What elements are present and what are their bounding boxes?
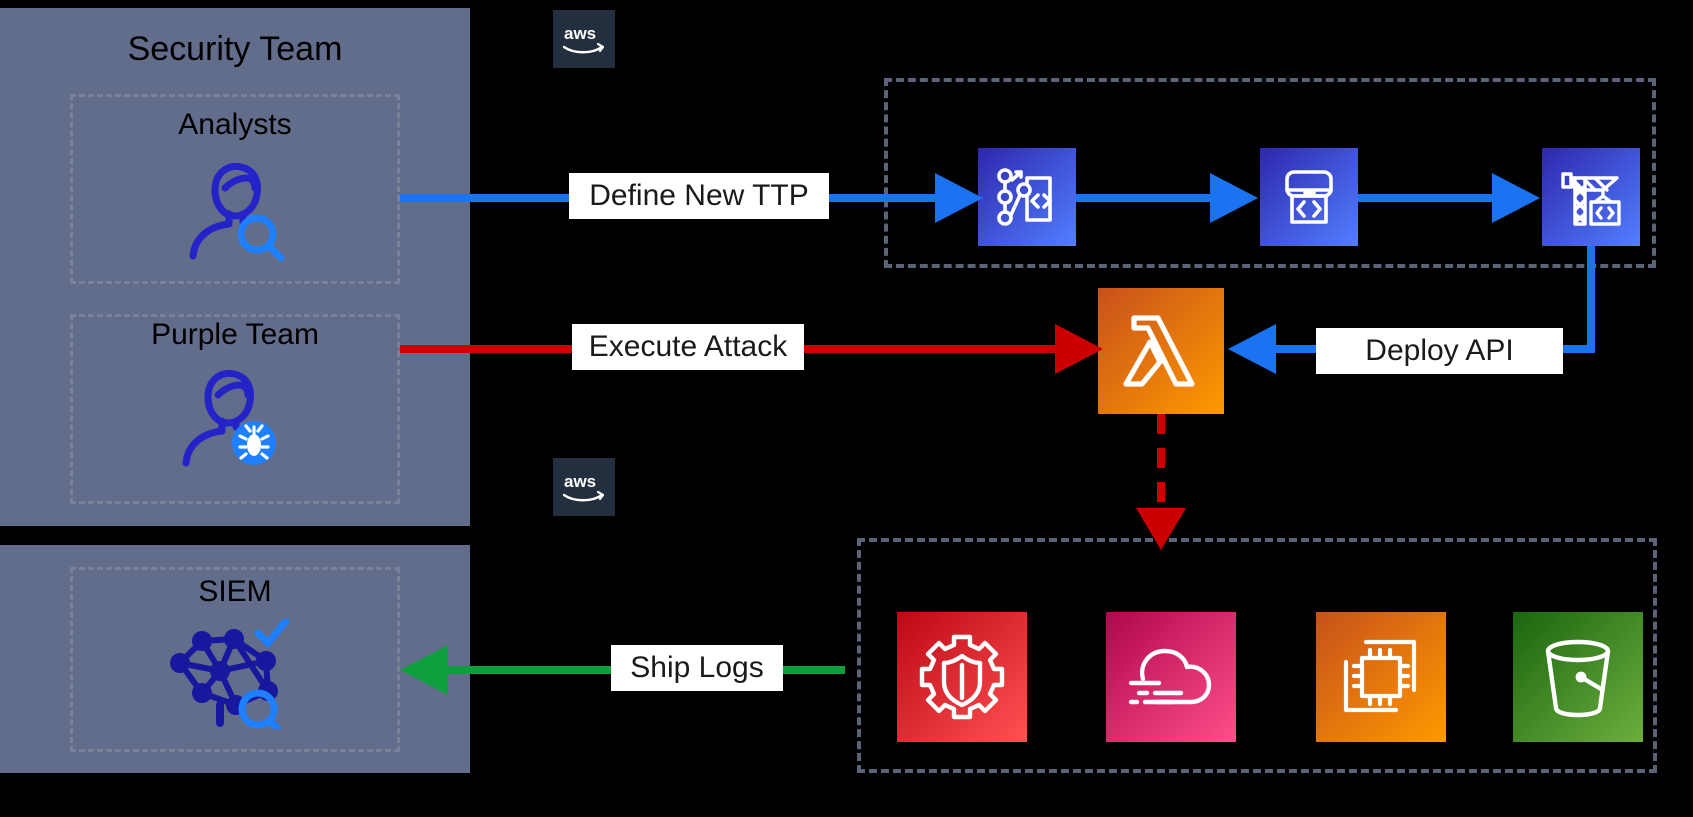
code-branch-repository-icon — [997, 168, 1052, 226]
siem-label: SIEM — [198, 575, 272, 608]
flow-deploy-api-vline — [1587, 246, 1595, 349]
codebuild-to-codedeploy-arrowhead — [1492, 173, 1540, 223]
lambda-icon — [1123, 315, 1195, 387]
flow-ship-logs-arrowhead — [400, 645, 448, 695]
flow-deploy-api-arrowhead — [1228, 324, 1276, 374]
flow-execute-attack-arrowhead — [1055, 324, 1103, 374]
diagram-canvas: Security Team Analysts Purple Team SIEM … — [0, 0, 1693, 817]
security-team-title: Security Team — [127, 30, 343, 68]
service-codecommit[interactable] — [978, 148, 1076, 246]
codecommit-to-codebuild-arrowhead — [1210, 173, 1258, 223]
flow-deploy-api-label: Deploy API — [1316, 328, 1563, 374]
service-codebuild[interactable] — [1260, 148, 1358, 246]
siem-network-graph-search-icon — [168, 619, 293, 729]
cloud-log-lines-icon — [1128, 648, 1212, 705]
aws-wordmark-icon: aws — [562, 24, 605, 54]
flow-lambda-to-telemetry-arrowhead — [1136, 508, 1186, 550]
code-build-icon — [1285, 170, 1333, 224]
service-securityhub[interactable] — [897, 612, 1027, 742]
service-lambda[interactable] — [1098, 288, 1224, 414]
codecommit-to-codebuild-line — [1076, 194, 1210, 202]
codebuild-to-codedeploy-line — [1358, 194, 1492, 202]
flow-ship-logs-label: Ship Logs — [611, 645, 783, 691]
bucket-icon — [1545, 639, 1611, 718]
aws-wordmark-icon-2: aws — [562, 472, 605, 502]
aws-logo-mid: aws — [553, 458, 615, 516]
svg-text:aws: aws — [564, 472, 596, 491]
service-cloudtrail[interactable] — [1106, 612, 1236, 742]
flow-define-new-ttp-label: Define New TTP — [569, 173, 829, 219]
aws-logo-top: aws — [553, 10, 615, 68]
purple-team-user-bug-icon — [180, 363, 280, 468]
analysts-label: Analysts — [178, 108, 292, 141]
flow-lambda-to-telemetry-dashed-line — [1157, 414, 1165, 510]
analyst-user-search-icon — [185, 156, 285, 261]
security-team-panel: Security Team Analysts Purple Team — [0, 8, 470, 526]
crane-code-deploy-icon — [1561, 172, 1621, 226]
flow-define-new-ttp-arrowhead — [935, 173, 983, 223]
cpu-chip-icon — [1343, 639, 1417, 713]
flow-execute-attack-label: Execute Attack — [572, 324, 804, 370]
service-codedeploy[interactable] — [1542, 148, 1640, 246]
service-ec2[interactable] — [1316, 612, 1446, 742]
svg-text:aws: aws — [564, 24, 596, 43]
gear-shield-icon — [919, 634, 1005, 720]
service-s3[interactable] — [1513, 612, 1643, 742]
